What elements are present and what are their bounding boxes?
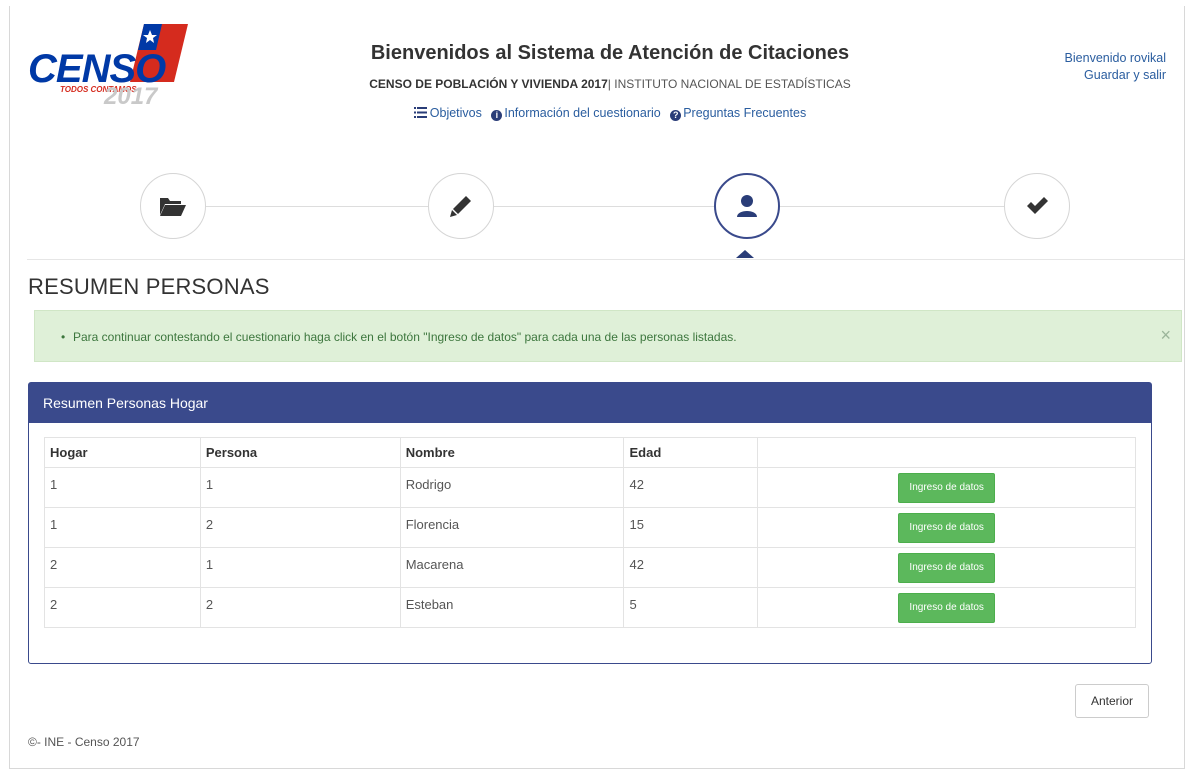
info-label: Información del cuestionario <box>504 106 661 120</box>
close-icon[interactable]: × <box>1160 325 1171 345</box>
cell-edad: 5 <box>623 587 759 628</box>
header-links: Objetivos i Información del cuestionario … <box>340 104 880 122</box>
header-subtitle: CENSO DE POBLACIÓN Y VIVIENDA 2017| INST… <box>340 76 880 92</box>
cell-action: Ingreso de datos <box>757 507 1136 548</box>
user-menu: Bienvenido rovikal Guardar y salir <box>1065 50 1166 84</box>
objetivos-label: Objetivos <box>429 106 482 120</box>
objetivos-link[interactable]: Objetivos <box>413 106 486 120</box>
wizard-stepper <box>0 170 1188 260</box>
preguntas-frecuentes-link[interactable]: ? Preguntas Frecuentes <box>670 106 807 121</box>
col-hogar: Hogar <box>44 437 201 468</box>
active-step-caret <box>736 250 754 258</box>
info-cuestionario-link[interactable]: i Información del cuestionario <box>491 106 664 121</box>
faq-label: Preguntas Frecuentes <box>683 106 807 120</box>
cell-hogar: 1 <box>44 507 201 548</box>
table-row: 2 2 Esteban 5 Ingreso de datos <box>44 587 1136 628</box>
cell-persona: 2 <box>199 587 401 628</box>
panel-title: Resumen Personas Hogar <box>29 383 1151 423</box>
alert-message: Para continuar contestando el cuestionar… <box>61 330 737 344</box>
list-icon <box>413 107 427 118</box>
welcome-user-link[interactable]: Bienvenido rovikal <box>1065 50 1166 67</box>
step-2[interactable] <box>428 173 494 239</box>
question-icon: ? <box>670 110 682 121</box>
step-4[interactable] <box>1004 173 1070 239</box>
step-connector <box>206 206 428 207</box>
cell-persona: 2 <box>199 507 401 548</box>
censo-logo[interactable]: CENSO TODOS CONTAMOS 2017 <box>28 22 193 117</box>
ingreso-datos-button[interactable]: Ingreso de datos <box>898 473 995 503</box>
footer-copyright: ©- INE - Censo 2017 <box>28 735 140 749</box>
divider <box>27 259 1184 260</box>
check-icon <box>1027 197 1048 214</box>
table-row: 1 1 Rodrigo 42 Ingreso de datos <box>44 467 1136 508</box>
resumen-panel: Resumen Personas Hogar Hogar Persona Nom… <box>28 382 1152 664</box>
cell-nombre: Macarena <box>399 547 625 588</box>
cell-hogar: 2 <box>44 547 201 588</box>
cell-hogar: 2 <box>44 587 201 628</box>
col-edad: Edad <box>623 437 759 468</box>
cell-nombre: Florencia <box>399 507 625 548</box>
header: Bienvenidos al Sistema de Atención de Ci… <box>340 40 880 122</box>
ingreso-datos-button[interactable]: Ingreso de datos <box>898 593 995 623</box>
cell-persona: 1 <box>199 467 401 508</box>
cell-edad: 42 <box>623 467 759 508</box>
user-icon <box>737 195 757 217</box>
subtitle-bold: CENSO DE POBLACIÓN Y VIVIENDA 2017 <box>369 77 608 91</box>
table-row: 2 1 Macarena 42 Ingreso de datos <box>44 547 1136 588</box>
col-nombre: Nombre <box>399 437 625 468</box>
cell-edad: 42 <box>623 547 759 588</box>
step-3-active[interactable] <box>714 173 780 239</box>
cell-action: Ingreso de datos <box>757 587 1136 628</box>
anterior-button[interactable]: Anterior <box>1075 684 1149 718</box>
section-title: RESUMEN PERSONAS <box>28 274 270 299</box>
cell-persona: 1 <box>199 547 401 588</box>
logo-year: 2017 <box>103 83 159 110</box>
info-alert: Para continuar contestando el cuestionar… <box>34 310 1182 362</box>
cell-edad: 15 <box>623 507 759 548</box>
cell-action: Ingreso de datos <box>757 547 1136 588</box>
table-header-row: Hogar Persona Nombre Edad <box>44 437 1136 468</box>
table-row: 1 2 Florencia 15 Ingreso de datos <box>44 507 1136 548</box>
info-icon: i <box>491 110 503 121</box>
col-action <box>757 437 1136 468</box>
save-exit-link[interactable]: Guardar y salir <box>1065 67 1166 84</box>
folder-open-icon <box>160 198 186 216</box>
pencil-icon <box>450 196 471 217</box>
step-1[interactable] <box>140 173 206 239</box>
page-title: Bienvenidos al Sistema de Atención de Ci… <box>370 42 850 64</box>
ingreso-datos-button[interactable]: Ingreso de datos <box>898 513 995 543</box>
cell-action: Ingreso de datos <box>757 467 1136 508</box>
col-persona: Persona <box>199 437 401 468</box>
cell-nombre: Esteban <box>399 587 625 628</box>
step-connector <box>494 206 714 207</box>
step-connector <box>780 206 1004 207</box>
ingreso-datos-button[interactable]: Ingreso de datos <box>898 553 995 583</box>
cell-nombre: Rodrigo <box>399 467 625 508</box>
subtitle-rest: | INSTITUTO NACIONAL DE ESTADÍSTICAS <box>607 77 851 91</box>
cell-hogar: 1 <box>44 467 201 508</box>
personas-table: Hogar Persona Nombre Edad 1 1 Rodrigo 42… <box>44 437 1136 628</box>
